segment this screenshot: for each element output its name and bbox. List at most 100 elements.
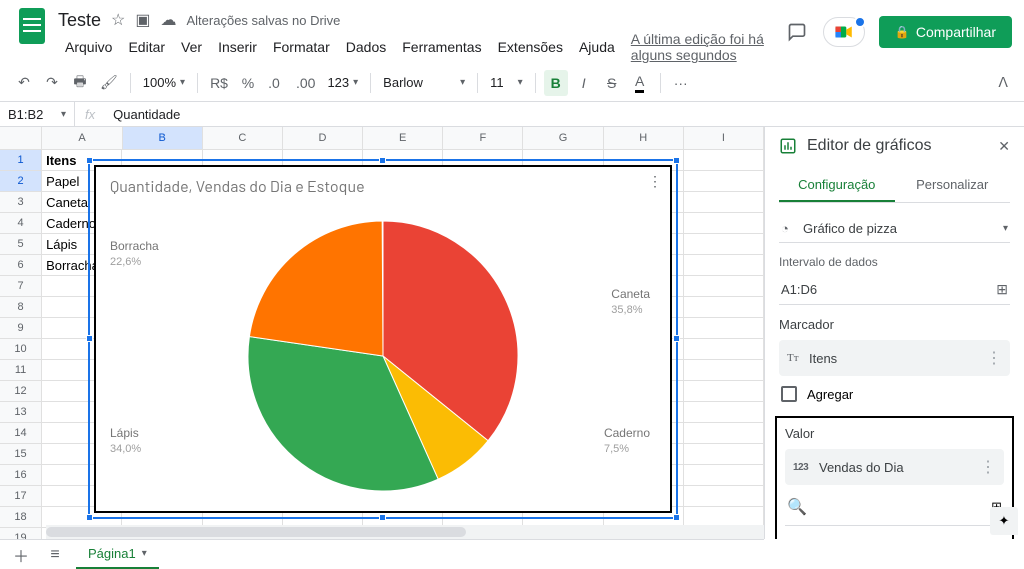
row-header-6[interactable]: 6 (0, 255, 42, 276)
row-header-3[interactable]: 3 (0, 192, 42, 213)
sheet-tab-1[interactable]: Página1▾ (76, 540, 159, 569)
paint-format-button[interactable]: 🖌 (96, 70, 122, 96)
col-header-F[interactable]: F (443, 127, 523, 149)
menu-ajuda[interactable]: Ajuda (572, 36, 622, 58)
cell-I1[interactable] (684, 150, 764, 171)
collapse-toolbar-button[interactable]: ᐱ (998, 74, 1008, 91)
cell-I13[interactable] (684, 402, 764, 423)
row-header-15[interactable]: 15 (0, 444, 42, 465)
doc-title[interactable]: Teste (58, 10, 101, 31)
undo-button[interactable]: ↶ (12, 70, 36, 96)
cell-I17[interactable] (684, 486, 764, 507)
print-button[interactable]: 🖶 (68, 70, 92, 96)
chart-type-select[interactable]: ◔ Gráfico de pizza ▾ (779, 215, 1010, 243)
cell-I8[interactable] (684, 297, 764, 318)
row-header-1[interactable]: 1 (0, 150, 42, 171)
menu-inserir[interactable]: Inserir (211, 36, 264, 58)
cell-I6[interactable] (684, 255, 764, 276)
last-edit-link[interactable]: A última edição foi há alguns segundos (624, 28, 785, 66)
cell-I16[interactable] (684, 465, 764, 486)
select-all-corner[interactable] (0, 127, 42, 149)
col-header-G[interactable]: G (523, 127, 603, 149)
percent-button[interactable]: % (236, 70, 260, 96)
chart-menu-icon[interactable]: ⋮ (648, 173, 662, 190)
text-color-button[interactable]: A (628, 70, 652, 96)
value-chip[interactable]: 123 Vendas do Dia ⋮ (785, 449, 1004, 485)
explore-button[interactable]: ✦ (990, 507, 1018, 535)
horizontal-scrollbar[interactable] (46, 525, 764, 539)
more-icon[interactable]: ⋮ (986, 348, 1002, 368)
row-header-12[interactable]: 12 (0, 381, 42, 402)
redo-button[interactable]: ↷ (40, 70, 64, 96)
aggregate-checkbox-row[interactable]: Agregar (781, 386, 1010, 402)
meet-button[interactable] (823, 17, 865, 47)
row-header-13[interactable]: 13 (0, 402, 42, 423)
pie-chart[interactable]: ⋮ Quantidade, Vendas do Dia e Estoque Ca… (94, 165, 672, 513)
row-header-17[interactable]: 17 (0, 486, 42, 507)
menu-arquivo[interactable]: Arquivo (58, 36, 119, 58)
star-icon[interactable]: ☆ (111, 10, 125, 30)
cell-I11[interactable] (684, 360, 764, 381)
currency-button[interactable]: R$ (206, 70, 232, 96)
dec-increase-button[interactable]: .00 (292, 70, 319, 96)
all-sheets-button[interactable]: ≡ (42, 542, 68, 568)
close-icon[interactable]: ✕ (998, 138, 1010, 155)
font-combo[interactable]: Barlow▾ (379, 75, 469, 90)
row-header-14[interactable]: 14 (0, 423, 42, 444)
formula-bar[interactable]: Quantidade (105, 107, 180, 122)
value-search[interactable]: 🔍 ⊞ (785, 493, 1004, 526)
col-header-A[interactable]: A (42, 127, 122, 149)
row-header-16[interactable]: 16 (0, 465, 42, 486)
menu-ver[interactable]: Ver (174, 36, 209, 58)
menu-ferramentas[interactable]: Ferramentas (395, 36, 488, 58)
cell-I9[interactable] (684, 318, 764, 339)
spreadsheet-grid[interactable]: ABCDEFGHI 1Itens2Papel3Caneta4Caderno5Lá… (0, 127, 764, 539)
zoom-combo[interactable]: 100%▾ (139, 75, 189, 90)
cell-I15[interactable] (684, 444, 764, 465)
sheets-logo[interactable] (12, 6, 52, 46)
cell-I5[interactable] (684, 234, 764, 255)
col-header-D[interactable]: D (283, 127, 363, 149)
col-header-C[interactable]: C (203, 127, 283, 149)
select-range-icon[interactable]: ⊞ (996, 281, 1008, 298)
col-header-B[interactable]: B (123, 127, 203, 149)
col-header-I[interactable]: I (684, 127, 764, 149)
cell-I14[interactable] (684, 423, 764, 444)
row-header-8[interactable]: 8 (0, 297, 42, 318)
row-header-10[interactable]: 10 (0, 339, 42, 360)
tab-customize[interactable]: Personalizar (895, 169, 1011, 202)
strike-button[interactable]: S (600, 70, 624, 96)
chart-selection-frame[interactable]: ⋮ Quantidade, Vendas do Dia e Estoque Ca… (88, 159, 678, 519)
share-button[interactable]: 🔒 Compartilhar (879, 16, 1012, 48)
bold-button[interactable]: B (544, 70, 568, 96)
menu-formatar[interactable]: Formatar (266, 36, 337, 58)
menu-editar[interactable]: Editar (121, 36, 172, 58)
cell-I2[interactable] (684, 171, 764, 192)
data-range-input[interactable]: A1:D6 ⊞ (779, 275, 1010, 305)
cell-I4[interactable] (684, 213, 764, 234)
cell-I12[interactable] (684, 381, 764, 402)
name-box[interactable]: B1:B2▾ (0, 102, 75, 126)
row-header-11[interactable]: 11 (0, 360, 42, 381)
comments-icon[interactable] (785, 20, 809, 44)
row-header-4[interactable]: 4 (0, 213, 42, 234)
tab-setup[interactable]: Configuração (779, 169, 895, 202)
cell-I3[interactable] (684, 192, 764, 213)
font-size-combo[interactable]: 11▾ (486, 75, 527, 90)
num-format-combo[interactable]: 123▾ (323, 75, 362, 90)
row-header-9[interactable]: 9 (0, 318, 42, 339)
cell-I10[interactable] (684, 339, 764, 360)
cell-I7[interactable] (684, 276, 764, 297)
move-folder-icon[interactable]: ▣ (135, 10, 150, 30)
dec-decrease-button[interactable]: .0 (264, 70, 288, 96)
more-tools-button[interactable]: ··· (669, 70, 693, 96)
more-icon[interactable]: ⋮ (980, 457, 996, 477)
option-quantidade[interactable]: 123Quantidade (785, 534, 1004, 539)
row-header-19[interactable]: 19 (0, 528, 42, 539)
add-sheet-button[interactable]: ＋ (8, 542, 34, 568)
row-header-7[interactable]: 7 (0, 276, 42, 297)
row-header-2[interactable]: 2 (0, 171, 42, 192)
italic-button[interactable]: I (572, 70, 596, 96)
row-header-18[interactable]: 18 (0, 507, 42, 528)
menu-extensoes[interactable]: Extensões (491, 36, 570, 58)
